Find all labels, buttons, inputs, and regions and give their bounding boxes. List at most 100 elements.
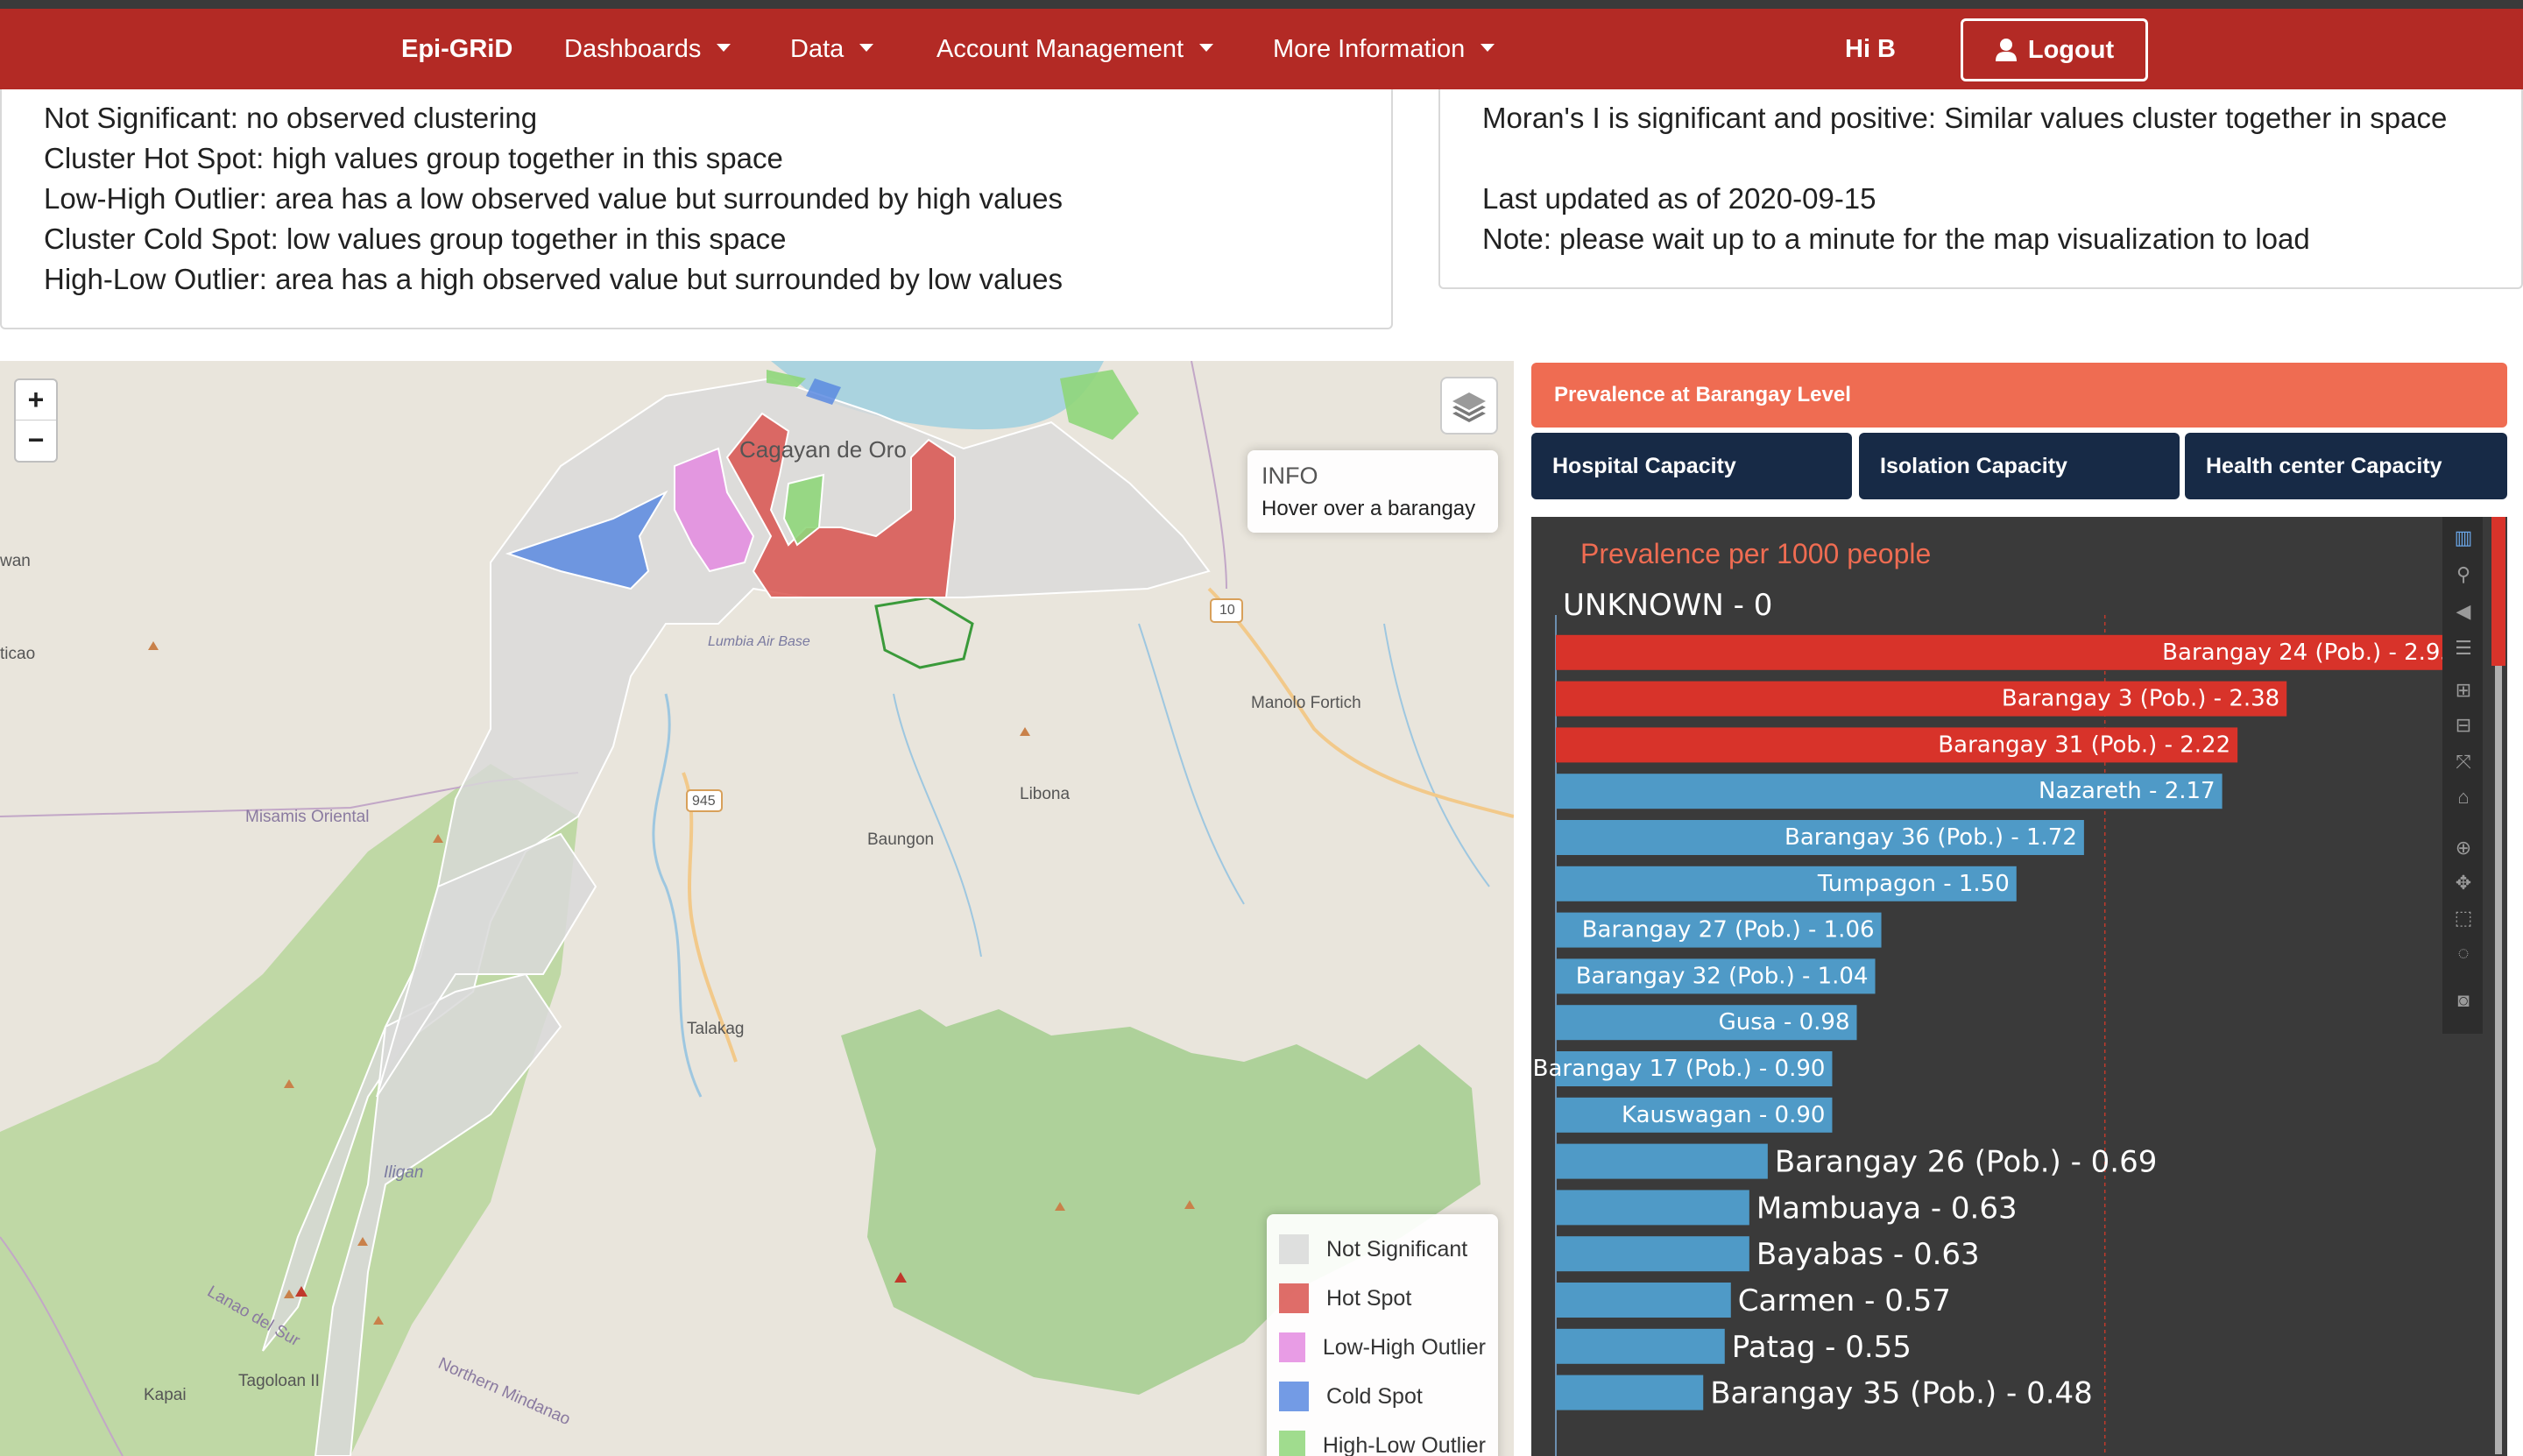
bar-label: Tumpagon - 1.50 — [1817, 871, 2010, 897]
legend-item: Not Significant — [1279, 1225, 1486, 1274]
wait-note: Note: please wait up to a minute for the… — [1482, 223, 2310, 255]
bar[interactable] — [1556, 1236, 1749, 1272]
nav-dashboards-label: Dashboards — [564, 35, 702, 63]
info-text: Hover over a barangay — [1262, 497, 1476, 520]
legend-line-high-low: High-Low Outlier: area has a high observ… — [44, 263, 1064, 295]
legend-line-cold-spot: Cluster Cold Spot: low values group toge… — [44, 223, 787, 255]
legend-item: Cold Spot — [1279, 1372, 1486, 1421]
layers-button[interactable] — [1440, 377, 1498, 435]
bar-chart-icon[interactable]: ▥ — [2453, 527, 2474, 548]
map-label-lumbia: Lumbia Air Base — [708, 634, 810, 649]
tag-icon[interactable]: ◀ — [2453, 601, 2474, 622]
bar-label: UNKNOWN - 0 — [1563, 588, 1772, 623]
map-label-kapai: Kapai — [144, 1386, 187, 1404]
bar-label: Barangay 26 (Pob.) - 0.69 — [1775, 1145, 2158, 1180]
nav-dashboards[interactable]: Dashboards — [564, 9, 731, 89]
legend-swatch — [1279, 1234, 1309, 1264]
zoom-out-button[interactable]: − — [16, 421, 56, 461]
brand-link[interactable]: Epi-GRiD — [401, 9, 512, 89]
river — [1138, 623, 1245, 905]
bar-label: Barangay 3 (Pob.) - 2.38 — [2002, 686, 2279, 712]
select-box-icon[interactable]: ⬚ — [2453, 908, 2474, 929]
map-label-iligan: Iligan — [384, 1163, 424, 1182]
legend-line-low-high: Low-High Outlier: area has a low observe… — [44, 182, 1064, 215]
zoom-in-button[interactable]: + — [16, 380, 56, 421]
prevalence-chart[interactable]: UNKNOWN - 0 Barangay 24 (Pob.) - 2.95 Bara… — [1531, 517, 2507, 1456]
legend-line-hot-spot: Cluster Hot Spot: high values group toge… — [44, 142, 783, 174]
river — [1383, 623, 1490, 887]
zoom-out-icon[interactable]: ⊟ — [2453, 715, 2474, 736]
zoom-control: + − — [14, 378, 58, 463]
bar-label: Nazareth - 2.17 — [2039, 778, 2216, 804]
zoom-in-icon[interactable]: ⊞ — [2453, 680, 2474, 701]
chart-modebar: ▥ ⚲ ◀ ☰ ⊞ ⊟ ⤧ ⌂ ⊕ ✥ ⬚ ◌ ◙ — [2442, 517, 2483, 1034]
map-label-talakag: Talakag — [687, 1020, 745, 1038]
bar-label: Barangay 24 (Pob.) - 2.95 — [2162, 640, 2455, 666]
zoom-icon[interactable]: ⊕ — [2453, 838, 2474, 859]
bar-label: Barangay 32 (Pob.) - 1.04 — [1576, 963, 1869, 989]
chevron-down-icon — [717, 43, 731, 52]
map-label-misamis: Misamis Oriental — [245, 808, 370, 826]
bar-label: Carmen - 0.57 — [1738, 1283, 1951, 1318]
park-boundary — [874, 596, 974, 669]
layers-icon — [1452, 392, 1486, 422]
legend-label: Not Significant — [1326, 1236, 1468, 1262]
chevron-down-icon — [859, 43, 874, 52]
info-panel: INFO Hover over a barangay — [1247, 450, 1498, 533]
bar[interactable] — [1556, 1283, 1731, 1318]
map-label-baungon: Baungon — [867, 830, 935, 849]
legend-item: Low-High Outlier — [1279, 1323, 1486, 1372]
chevron-down-icon — [1199, 43, 1214, 52]
bar-label: Kauswagan - 0.90 — [1622, 1102, 1825, 1128]
map-label-ticao: ticao — [0, 645, 36, 663]
bar[interactable] — [1556, 1143, 1768, 1179]
home-icon[interactable]: ⌂ — [2453, 787, 2474, 808]
chart-svg: UNKNOWN - 0 Barangay 24 (Pob.) - 2.95 Bara… — [1533, 588, 2462, 1456]
scrollbar-track[interactable] — [2495, 666, 2502, 1454]
compare-icon[interactable]: ☰ — [2453, 638, 2474, 659]
lasso-icon[interactable]: ◌ — [2453, 943, 2474, 964]
cluster-legend-card: Not Significant: no observed clustering … — [0, 89, 1393, 329]
nav-account-label: Account Management — [936, 35, 1184, 63]
map-label-libona: Libona — [1020, 785, 1071, 803]
map-view[interactable]: Cagayan de Oro Lumbia Air Base Manolo Fo… — [0, 361, 1514, 1456]
legend-swatch — [1279, 1382, 1309, 1411]
nav-data-label: Data — [790, 35, 845, 63]
tab-prevalence[interactable]: Prevalence at Barangay Level — [1531, 363, 2507, 428]
autoscale-icon[interactable]: ⤧ — [2453, 752, 2474, 773]
bar[interactable] — [1556, 1328, 1725, 1364]
legend-line-not-significant: Not Significant: no observed clustering — [44, 102, 538, 134]
nav-more-label: More Information — [1273, 35, 1466, 63]
bar-label: Mambuaya - 0.63 — [1756, 1191, 2018, 1226]
tab-health-center-capacity[interactable]: Health center Capacity — [2185, 433, 2507, 499]
chart-title: Prevalence per 1000 people — [1580, 538, 1932, 569]
legend-swatch — [1279, 1332, 1305, 1362]
high-low-outlier-region[interactable] — [1060, 370, 1139, 440]
hover-icon[interactable]: ⚲ — [2453, 564, 2474, 585]
bar[interactable] — [1556, 1190, 1749, 1226]
bar-label: Barangay 31 (Pob.) - 2.22 — [1938, 732, 2230, 758]
map-legend: Not Significant Hot Spot Low-High Outlie… — [1267, 1214, 1498, 1456]
bar[interactable] — [1556, 1375, 1704, 1410]
nav-more-information[interactable]: More Information — [1273, 9, 1495, 89]
bar-label: Barangay 17 (Pob.) - 0.90 — [1533, 1056, 1826, 1082]
pan-icon[interactable]: ✥ — [2453, 873, 2474, 894]
camera-icon[interactable]: ◙ — [2453, 990, 2474, 1011]
route-10-label: 10 — [1219, 603, 1235, 618]
map-label-manolo: Manolo Fortich — [1251, 694, 1361, 712]
bar-label: Barangay 36 (Pob.) - 1.72 — [1784, 824, 2077, 851]
tab-isolation-capacity[interactable]: Isolation Capacity — [1859, 433, 2180, 499]
bar-label: Gusa - 0.98 — [1719, 1009, 1850, 1035]
navbar: Epi-GRiD Dashboards Data Account Managem… — [0, 9, 2523, 89]
info-title: INFO — [1262, 463, 1318, 489]
nav-data[interactable]: Data — [790, 9, 874, 89]
tab-hospital-capacity[interactable]: Hospital Capacity — [1531, 433, 1852, 499]
map-label-tagoloan: Tagoloan II — [238, 1372, 320, 1390]
bar-label: Barangay 35 (Pob.) - 0.48 — [1710, 1376, 2093, 1411]
bar-label: Barangay 27 (Pob.) - 1.06 — [1582, 917, 1875, 944]
morans-note: Moran's I is significant and positive: S… — [1482, 102, 2448, 134]
bar-label: Bayabas - 0.63 — [1756, 1237, 1980, 1272]
nav-account-management[interactable]: Account Management — [936, 9, 1214, 89]
logout-button[interactable]: Logout — [1961, 18, 2148, 81]
scrollbar-thumb[interactable] — [2491, 517, 2505, 666]
